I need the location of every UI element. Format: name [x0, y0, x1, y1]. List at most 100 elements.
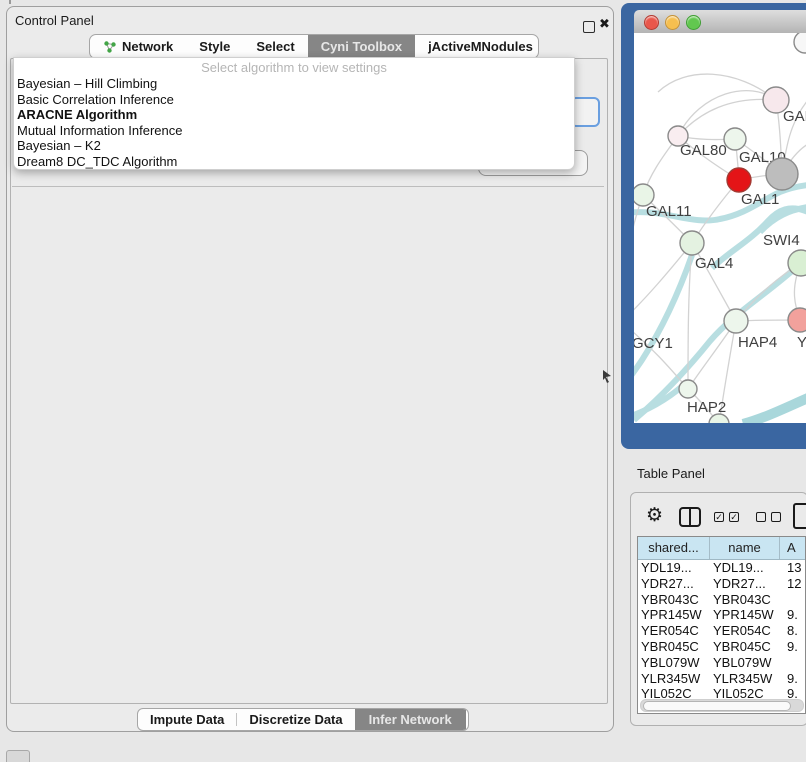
network-node[interactable]	[794, 33, 806, 53]
tab-impute-data[interactable]: Impute Data	[138, 709, 236, 730]
table-row[interactable]: YPR145WYPR145W9.	[638, 607, 805, 623]
table-row[interactable]: YBR045CYBR045C9.	[638, 639, 805, 655]
mouse-cursor	[601, 369, 613, 383]
deselect-all-checkbox-icon[interactable]	[771, 512, 781, 522]
network-graph: GALGAL80GAL10GAL1GAL11GAL4SWI4GCY1HAP4YH…	[634, 33, 806, 423]
network-node[interactable]	[788, 308, 806, 332]
table-cell: YPR145W	[638, 607, 710, 623]
split-columns-icon[interactable]	[679, 507, 701, 527]
table-cell: YLR345W	[710, 671, 780, 687]
node-label: GCY1	[634, 335, 673, 352]
table-panel-title: Table Panel	[637, 466, 705, 481]
partial-bottom-button[interactable]	[6, 750, 30, 762]
table-horizontal-scrollbar[interactable]	[640, 699, 804, 712]
table-cell	[780, 592, 805, 608]
network-node[interactable]	[680, 231, 704, 255]
table-row[interactable]: YLR345WYLR345W9.	[638, 671, 805, 687]
tab-label: Select	[256, 39, 294, 54]
column-header-shared-name[interactable]: shared...	[638, 537, 710, 559]
table-cell: 9.	[780, 671, 805, 687]
control-panel-tabbar: Network Style Select Cyni Toolbox jActiv…	[89, 34, 539, 59]
tab-discretize-data[interactable]: Discretize Data	[237, 709, 354, 730]
table-row[interactable]: YDR27...YDR27...12	[638, 576, 805, 592]
table-header-row: shared... name A	[638, 537, 805, 560]
tab-jactivemnodules[interactable]: jActiveMNodules	[415, 35, 539, 58]
table-cell: YDR27...	[638, 576, 710, 592]
network-node[interactable]	[727, 168, 751, 192]
tab-label: Cyni Toolbox	[321, 39, 402, 54]
table-cell: YPR145W	[710, 607, 780, 623]
table-row[interactable]: YBR043CYBR043C	[638, 592, 805, 608]
network-node[interactable]	[724, 128, 746, 150]
algorithm-option[interactable]: Bayesian – Hill Climbing	[14, 76, 574, 92]
tab-style[interactable]: Style	[186, 35, 243, 58]
algorithm-option[interactable]: Dream8 DC_TDC Algorithm	[14, 154, 574, 170]
select-all-checkbox-icon[interactable]: ✓	[729, 512, 739, 522]
node-label: HAP4	[738, 334, 777, 351]
close-icon[interactable]: ✖	[599, 16, 610, 32]
tab-cyni-toolbox[interactable]: Cyni Toolbox	[308, 35, 415, 58]
select-all-checkbox-icon[interactable]: ✓	[714, 512, 724, 522]
scrollbar-thumb[interactable]	[643, 701, 791, 711]
tab-label: jActiveMNodules	[428, 39, 533, 54]
network-canvas[interactable]: GALGAL80GAL10GAL1GAL11GAL4SWI4GCY1HAP4YH…	[634, 33, 806, 423]
deselect-all-checkbox-icon[interactable]	[756, 512, 766, 522]
minimize-traffic-light[interactable]	[665, 15, 680, 30]
network-node[interactable]	[679, 380, 697, 398]
table-body: YDL19...YDL19...13YDR27...YDR27...12YBR0…	[638, 560, 805, 702]
tab-label: Infer Network	[369, 712, 452, 727]
table-cell: YDL19...	[710, 560, 780, 576]
table-cell	[780, 655, 805, 671]
table-cell: YBR043C	[710, 592, 780, 608]
hidden-groupbox-border	[12, 186, 604, 187]
tab-label: Style	[199, 39, 230, 54]
network-thick-edge	[743, 398, 806, 423]
table-cell: YDR27...	[710, 576, 780, 592]
network-window-titlebar[interactable]	[634, 10, 806, 34]
algorithm-option[interactable]: Bayesian – K2	[14, 138, 574, 154]
algorithm-option[interactable]: ARACNE Algorithm	[14, 107, 574, 123]
table-cell: 9.	[780, 639, 805, 655]
tab-network[interactable]: Network	[90, 35, 186, 58]
table-cell: 13	[780, 560, 805, 576]
network-node[interactable]	[724, 309, 748, 333]
algorithm-dropdown-popup: Select algorithm to view settings Bayesi…	[13, 57, 575, 170]
algorithm-option[interactable]: Mutual Information Inference	[14, 123, 574, 139]
tab-label: Discretize Data	[249, 712, 342, 727]
algorithm-option[interactable]: Basic Correlation Inference	[14, 92, 574, 108]
node-label: SWI4	[763, 232, 800, 249]
network-thick-edges	[634, 185, 806, 420]
table-cell: YER054C	[710, 623, 780, 639]
algorithm-option-list: Bayesian – Hill ClimbingBasic Correlatio…	[14, 76, 574, 170]
tab-infer-network[interactable]: Infer Network	[355, 709, 466, 730]
table-row[interactable]: YER054CYER054C8.	[638, 623, 805, 639]
node-table: shared... name A YDL19...YDL19...13YDR27…	[637, 536, 806, 714]
table-cell: YBR045C	[710, 639, 780, 655]
document-icon[interactable]	[793, 503, 806, 529]
table-cell: 8.	[780, 623, 805, 639]
dropdown-placeholder: Select algorithm to view settings	[14, 60, 574, 76]
table-cell: YBL079W	[710, 655, 780, 671]
tab-select[interactable]: Select	[243, 35, 307, 58]
node-label: GAL11	[646, 203, 692, 220]
control-panel-title: Control Panel	[15, 13, 94, 28]
column-header-partial[interactable]: A	[780, 537, 805, 559]
zoom-traffic-light[interactable]	[686, 15, 701, 30]
cyni-bottom-tabbar: Impute Data Discretize Data Infer Networ…	[137, 708, 469, 731]
table-cell: YBR043C	[638, 592, 710, 608]
column-header-name[interactable]: name	[710, 537, 780, 559]
close-traffic-light[interactable]	[644, 15, 659, 30]
table-cell: 12	[780, 576, 805, 592]
network-nodes: GALGAL80GAL10GAL1GAL11GAL4SWI4GCY1HAP4YH…	[634, 33, 806, 423]
tab-label: Impute Data	[150, 712, 224, 727]
float-panel-icon[interactable]	[583, 21, 595, 33]
network-node[interactable]	[766, 158, 798, 190]
table-row[interactable]: YBL079WYBL079W	[638, 655, 805, 671]
table-cell: YLR345W	[638, 671, 710, 687]
node-label: Y	[797, 334, 806, 351]
edge-artifact	[9, 0, 11, 4]
table-row[interactable]: YDL19...YDL19...13	[638, 560, 805, 576]
table-cell: YBR045C	[638, 639, 710, 655]
gear-icon[interactable]: ⚙	[646, 504, 663, 527]
node-label: GAL4	[695, 255, 733, 272]
